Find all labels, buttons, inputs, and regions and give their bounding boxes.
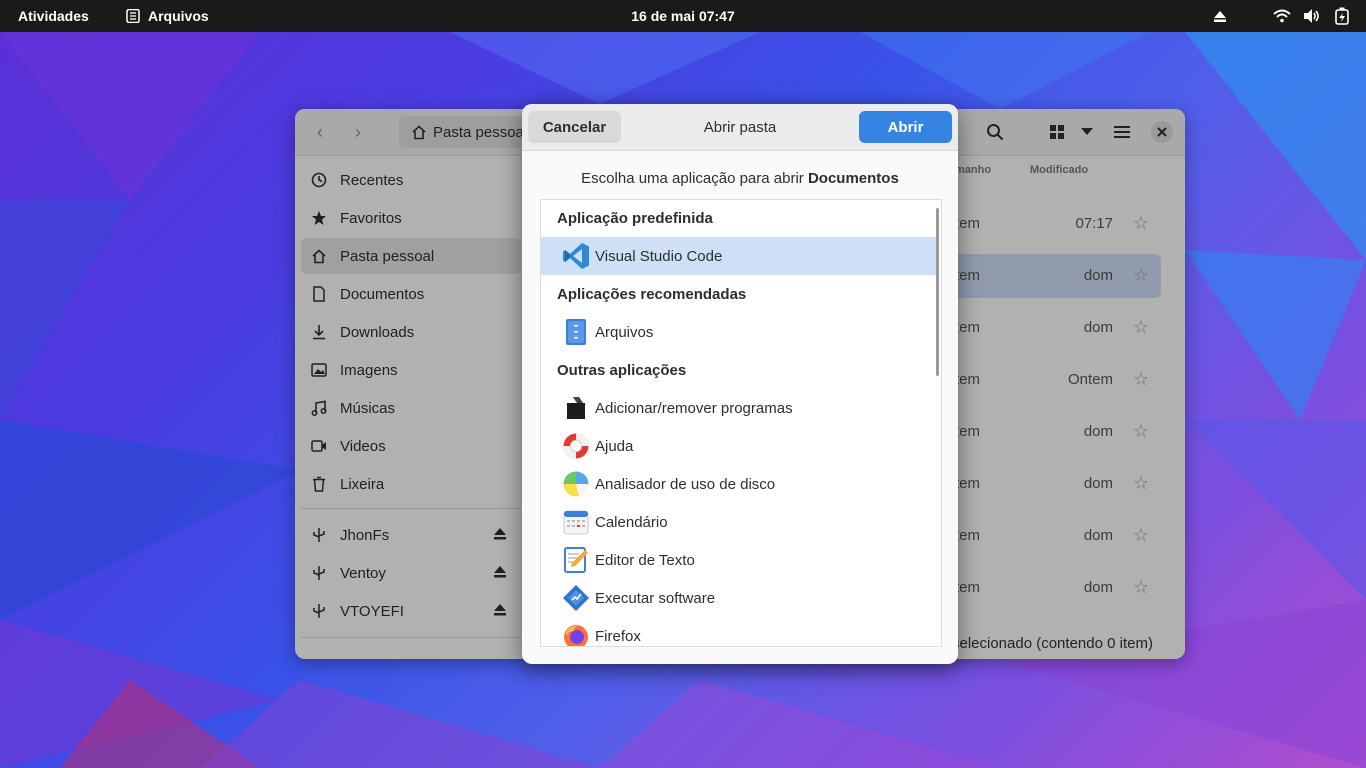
files-icon bbox=[561, 317, 591, 347]
cancel-button[interactable]: Cancelar bbox=[528, 111, 621, 143]
help-lifebuoy-icon bbox=[561, 431, 591, 461]
app-label: Editor de Texto bbox=[595, 551, 695, 569]
app-list[interactable]: Aplicação predefinida Visual Studio Code… bbox=[540, 199, 942, 647]
section-recommended: Aplicações recomendadas bbox=[557, 286, 747, 303]
list-item-ajuda[interactable]: Ajuda bbox=[541, 427, 939, 465]
list-item-visual-studio-code[interactable]: Visual Studio Code bbox=[541, 237, 939, 275]
section-other: Outras aplicações bbox=[557, 362, 687, 379]
app-label: Calendário bbox=[595, 513, 668, 531]
app-menu[interactable]: Arquivos bbox=[126, 8, 209, 24]
volume-icon[interactable] bbox=[1302, 6, 1322, 26]
activities-button[interactable]: Atividades bbox=[18, 8, 89, 24]
calendar-icon bbox=[561, 507, 591, 537]
list-item-arquivos[interactable]: Arquivos bbox=[541, 313, 939, 351]
disk-usage-icon bbox=[561, 469, 591, 499]
package-icon bbox=[561, 393, 591, 423]
list-item-editor-de-texto[interactable]: Editor de Texto bbox=[541, 541, 939, 579]
run-software-icon bbox=[561, 583, 591, 613]
top-bar: Atividades Arquivos 16 de mai 07:47 bbox=[0, 0, 1366, 32]
app-label: Analisador de uso de disco bbox=[595, 475, 776, 493]
firefox-icon bbox=[561, 621, 591, 646]
open-button[interactable]: Abrir bbox=[859, 111, 952, 143]
vscode-icon bbox=[561, 241, 591, 271]
list-item-adicionar-remover-programas[interactable]: Adicionar/remover programas bbox=[541, 389, 939, 427]
wifi-icon[interactable] bbox=[1272, 6, 1292, 26]
scrollbar[interactable] bbox=[936, 208, 939, 376]
prompt-target: Documentos bbox=[807, 170, 899, 187]
battery-icon[interactable] bbox=[1332, 6, 1352, 26]
list-item-analisador-de-uso-de-disco[interactable]: Analisador de uso de disco bbox=[541, 465, 939, 503]
app-label: Ajuda bbox=[595, 437, 634, 455]
section-default: Aplicação predefinida bbox=[557, 210, 713, 227]
system-tray[interactable] bbox=[1210, 6, 1352, 26]
list-item-executar-software[interactable]: Executar software bbox=[541, 579, 939, 617]
list-item-firefox[interactable]: Firefox bbox=[541, 617, 939, 646]
files-app-icon bbox=[126, 9, 140, 23]
app-label: Adicionar/remover programas bbox=[595, 399, 793, 417]
dialog-prompt: Escolha uma aplicação para abrir Documen… bbox=[522, 170, 958, 187]
app-name: Arquivos bbox=[148, 8, 209, 24]
clock[interactable]: 16 de mai 07:47 bbox=[631, 8, 735, 24]
open-with-dialog: Cancelar Abrir pasta Abrir Escolha uma a… bbox=[522, 104, 958, 664]
app-label: Visual Studio Code bbox=[595, 247, 723, 265]
dialog-headerbar: Cancelar Abrir pasta Abrir bbox=[522, 104, 958, 151]
app-label: Firefox bbox=[595, 627, 641, 645]
text-editor-icon bbox=[561, 545, 591, 575]
prompt-text: Escolha uma aplicação para abrir bbox=[581, 170, 804, 187]
list-item-calendario[interactable]: Calendário bbox=[541, 503, 939, 541]
eject-icon[interactable] bbox=[1210, 6, 1230, 26]
app-label: Arquivos bbox=[595, 323, 654, 341]
app-label: Executar software bbox=[595, 589, 716, 607]
